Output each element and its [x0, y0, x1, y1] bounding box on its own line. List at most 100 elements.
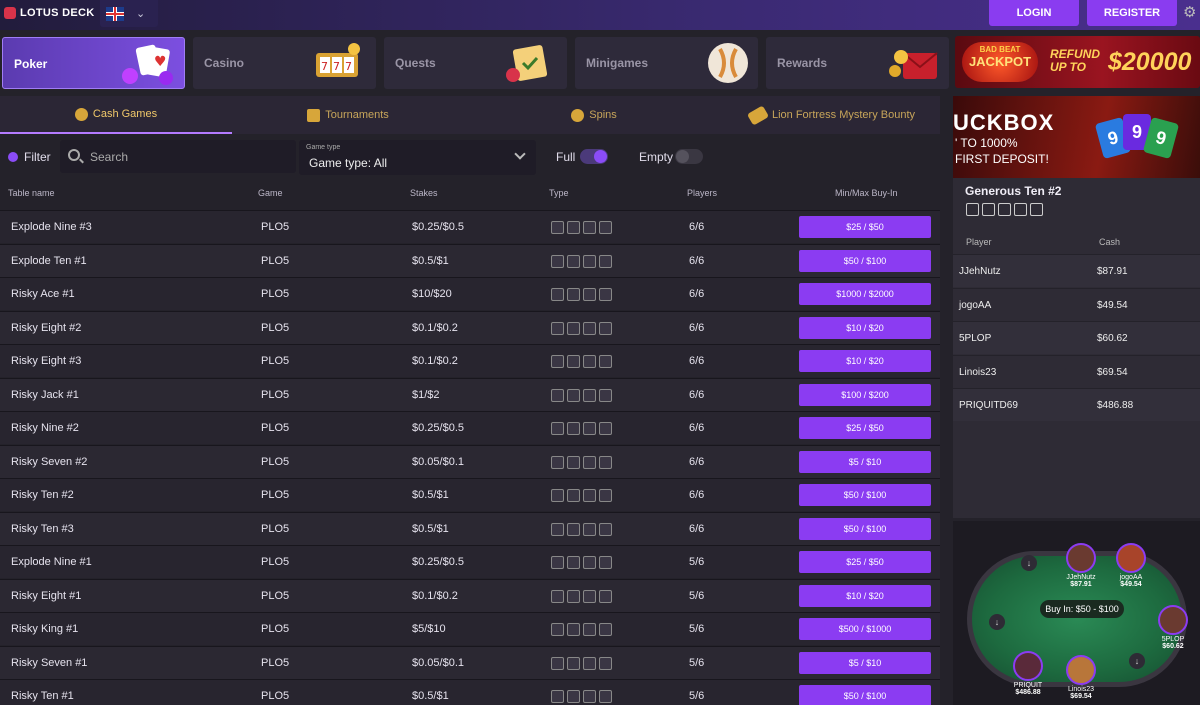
table-row[interactable]: Explode Nine #1 PLO5 $0.25/$0.5 5/6 $25 / $5… — [0, 545, 940, 578]
table-row[interactable]: Risky Seven #1 PLO5 $0.05/$0.1 5/6 $5 / $10 — [0, 645, 940, 679]
rake-icon — [583, 489, 596, 502]
buy-in-button[interactable]: $10 / $20 — [799, 584, 931, 607]
stakes: $0.1/$0.2 — [412, 589, 458, 602]
player-row: PRIQUITD69 $486.88 — [953, 388, 1200, 421]
game: PLO5 — [261, 388, 290, 401]
seat-down-icon[interactable]: ↓ — [1021, 555, 1037, 571]
type-icons — [551, 589, 612, 603]
seat-player: 5PLOP $60.62 — [1148, 605, 1198, 650]
game-type-select[interactable]: Game type Game type: All — [299, 140, 536, 175]
stakes: $0.25/$0.5 — [412, 422, 464, 434]
tab-cash-games[interactable]: Cash Games — [0, 96, 232, 134]
seat-cash: $49.54 — [1120, 581, 1142, 588]
buy-in-button[interactable]: $100 / $200 — [799, 383, 931, 406]
luckbox-banner[interactable]: UCKBOX ' TO 1000% FIRST DEPOSIT! 9 9 9 — [953, 96, 1200, 178]
players: 5/6 — [689, 589, 705, 602]
boost-icon — [599, 288, 612, 301]
buy-in-button[interactable]: $25 / $50 — [799, 216, 931, 238]
full-toggle[interactable] — [580, 149, 608, 164]
boost-icon — [599, 455, 612, 469]
search-box[interactable] — [60, 140, 296, 173]
buy-in-button[interactable]: $25 / $50 — [799, 551, 931, 573]
buy-in-button[interactable]: $50 / $100 — [799, 249, 931, 272]
search-input[interactable] — [90, 140, 290, 173]
table-row[interactable]: Risky Ten #3 PLO5 $0.5/$1 6/6 $50 / $100 — [0, 511, 940, 545]
category-quests[interactable]: Quests — [384, 37, 567, 89]
table-preview[interactable]: Buy In: $50 - $100 ↓ ↓ ↓ JJehNutz $87.91… — [953, 521, 1200, 705]
chevron-down-icon — [514, 148, 526, 160]
table-row[interactable]: Risky King #1 PLO5 $5/$10 5/6 $500 / $1000 — [0, 612, 940, 645]
buy-in-button[interactable]: $1000 / $2000 — [799, 283, 931, 305]
category-casino[interactable]: Casino 777 — [193, 37, 376, 89]
table-row[interactable]: Risky Seven #2 PLO5 $0.05/$0.1 6/6 $5 / $10 — [0, 444, 940, 478]
buy-in-button[interactable]: $50 / $100 — [799, 685, 931, 705]
header-players[interactable]: Players — [687, 188, 717, 198]
game: PLO5 — [261, 522, 290, 535]
rake-icon — [583, 623, 596, 636]
table-row[interactable]: Risky Nine #2 PLO5 $0.25/$0.5 6/6 $25 / $50 — [0, 411, 940, 444]
tab-tournaments[interactable]: Tournaments — [232, 96, 464, 134]
game-type-value: Game type: All — [309, 156, 388, 170]
category-rewards[interactable]: Rewards — [766, 37, 949, 89]
buy-in-button[interactable]: $500 / $1000 — [799, 618, 931, 640]
language-selector[interactable]: ⌄ — [100, 0, 158, 27]
seat-down-icon[interactable]: ↓ — [1129, 653, 1145, 669]
empty-toggle[interactable] — [675, 149, 703, 164]
rake-icon — [583, 556, 596, 569]
header-game[interactable]: Game — [258, 188, 283, 198]
filter-dot-icon[interactable] — [8, 152, 18, 162]
search-icon — [68, 149, 80, 161]
category-poker[interactable]: Poker ♥ — [2, 37, 185, 89]
header-stakes[interactable]: Stakes — [410, 188, 438, 198]
buy-in-button[interactable]: $5 / $10 — [799, 651, 931, 674]
six-max-icon — [551, 455, 564, 469]
buy-in-button[interactable]: $25 / $50 — [799, 417, 931, 439]
filter-label[interactable]: Filter — [24, 150, 51, 164]
table-row[interactable]: Risky Jack #1 PLO5 $1/$2 6/6 $100 / $200 — [0, 377, 940, 411]
category-minigames[interactable]: Minigames — [575, 37, 758, 89]
login-button[interactable]: LOGIN — [989, 0, 1079, 26]
tab-mystery-bounty[interactable]: Lion Fortress Mystery Bounty — [724, 96, 940, 134]
plo-icon — [966, 203, 979, 216]
buy-in-button[interactable]: $5 / $10 — [799, 450, 931, 473]
header-table-name[interactable]: Table name — [8, 188, 55, 198]
table-row[interactable]: Risky Eight #3 PLO5 $0.1/$0.2 6/6 $10 / $20 — [0, 344, 940, 377]
plo-icon — [567, 623, 580, 636]
avatar — [1013, 651, 1043, 681]
table-row[interactable]: Risky Eight #2 PLO5 $0.1/$0.2 6/6 $10 / $20 — [0, 310, 940, 344]
ball-icon — [708, 43, 748, 83]
table-row[interactable]: Risky Ace #1 PLO5 $10/$20 6/6 $1000 / $2000 — [0, 277, 940, 310]
type-icons — [551, 221, 612, 234]
type-icons — [551, 690, 612, 703]
rake-icon — [583, 254, 596, 268]
gear-icon[interactable]: ⚙ — [1183, 4, 1200, 21]
seat-player: Linois23 $69.54 — [1056, 655, 1106, 700]
bad-beat-jackpot-banner[interactable]: BAD BEAT JACKPOT REFUND UP TO $20000 — [955, 36, 1200, 88]
six-max-icon — [551, 288, 564, 301]
buy-in-button[interactable]: $50 / $100 — [799, 484, 931, 506]
plo-icon — [567, 690, 580, 703]
table-row[interactable]: Risky Eight #1 PLO5 $0.1/$0.2 5/6 $10 / $20 — [0, 578, 940, 612]
table-row[interactable]: Risky Ten #1 PLO5 $0.5/$1 5/6 $50 / $100 — [0, 679, 940, 705]
header-type[interactable]: Type — [549, 188, 569, 198]
game: PLO5 — [261, 455, 290, 468]
buy-in-button[interactable]: $50 / $100 — [799, 517, 931, 540]
boost-icon — [599, 589, 612, 603]
header-buyin[interactable]: Min/Max Buy-In — [835, 188, 898, 198]
table-row[interactable]: Explode Ten #1 PLO5 $0.5/$1 6/6 $50 / $100 — [0, 243, 940, 277]
seat-down-icon[interactable]: ↓ — [989, 614, 1005, 630]
jackpot-top-text: BAD BEAT — [979, 45, 1021, 54]
buy-in-button[interactable]: $10 / $20 — [799, 316, 931, 339]
table-name: Risky Seven #1 — [11, 656, 88, 669]
table-row[interactable]: Explode Nine #3 PLO5 $0.25/$0.5 6/6 $25 / $5… — [0, 210, 940, 243]
buy-in-button[interactable]: $10 / $20 — [799, 350, 931, 372]
table-row[interactable]: Risky Ten #2 PLO5 $0.5/$1 6/6 $50 / $100 — [0, 478, 940, 511]
tab-spins[interactable]: Spins — [464, 96, 724, 134]
register-button[interactable]: REGISTER — [1087, 0, 1177, 26]
player-row: Linois23 $69.54 — [953, 354, 1200, 388]
game-mode-tabs: Cash Games Tournaments Spins Lion Fortre… — [0, 96, 940, 134]
seat-name: PRIQUIT — [1013, 682, 1043, 689]
stakes: $0.1/$0.2 — [412, 355, 458, 367]
ante-icon — [982, 203, 995, 216]
logo[interactable]: LOTUS DECK — [4, 7, 95, 19]
